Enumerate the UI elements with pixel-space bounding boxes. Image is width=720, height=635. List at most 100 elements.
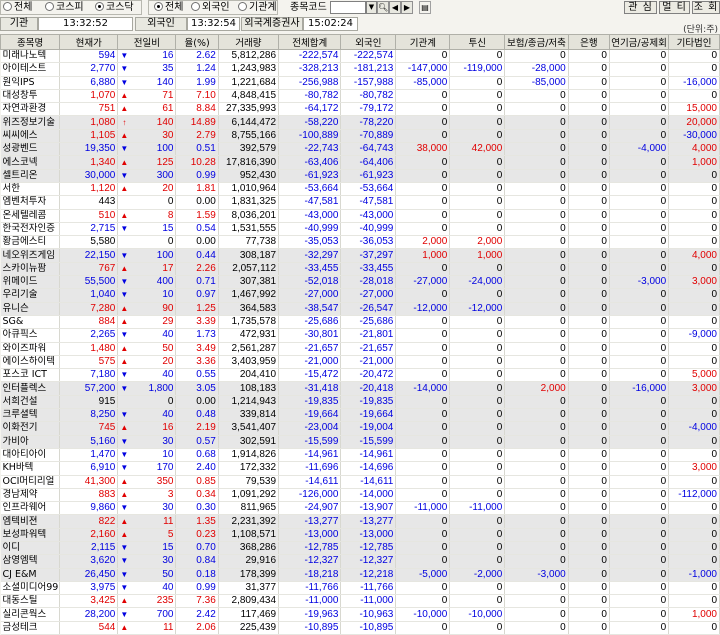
col-header[interactable]: 투신 bbox=[449, 34, 506, 50]
table-row[interactable]: 삼영엠텍 3,620 ▼ 30 0.84 29,916 -12,327 -12,327 0 0 0 0… bbox=[0, 554, 720, 569]
table-row[interactable]: 자연과환경 751 ▲ 61 8.84 27,335,993 -64,172 -79,172 0… bbox=[0, 102, 720, 117]
table-row[interactable]: 실리콘웍스 28,200 ▼ 700 2.42 117,469 -19,963 -10,963… bbox=[0, 607, 720, 622]
prev-arrow-icon[interactable]: ◀ bbox=[389, 1, 401, 14]
stock-name[interactable]: 엠벤처투자 bbox=[0, 195, 61, 210]
stock-name[interactable]: OCI머티리얼 bbox=[0, 475, 61, 489]
stock-name[interactable]: 위메이드 bbox=[0, 275, 61, 290]
chevron-down-icon[interactable]: ▼ bbox=[366, 1, 377, 14]
stock-name[interactable]: 서한 bbox=[0, 182, 61, 197]
table-row[interactable]: 온세텔레콤 510 ▲ 8 1.59 8,036,201 -43,000 -43,000 0 0 0… bbox=[0, 209, 720, 223]
stock-name[interactable]: 원익IPS bbox=[0, 76, 61, 90]
table-row[interactable]: 유니슨 7,280 ▲ 90 1.25 364,583 -38,547 -26,547 -12,… bbox=[0, 302, 720, 316]
stock-name[interactable]: 이화전기 bbox=[0, 421, 61, 436]
stock-name[interactable]: 미래나노텍 bbox=[0, 49, 61, 64]
table-row[interactable]: 인프라웨어 9,860 ▼ 30 0.30 811,965 -24,907 -13,907 -1… bbox=[0, 501, 720, 516]
stock-name[interactable]: 가비아 bbox=[0, 435, 61, 449]
table-row[interactable]: 가비아 5,160 ▼ 30 0.57 302,591 -15,599 -15,599 0 0 0 0… bbox=[0, 435, 720, 449]
next-arrow-icon[interactable]: ▶ bbox=[401, 1, 413, 14]
stock-name[interactable]: 삼영엠텍 bbox=[0, 554, 61, 569]
stock-name[interactable]: 와이즈파워 bbox=[0, 342, 61, 356]
col-header[interactable]: 현재가 bbox=[59, 34, 119, 50]
search-icon[interactable]: 🔍︎ bbox=[377, 1, 389, 14]
stock-name[interactable]: 유니슨 bbox=[0, 302, 61, 316]
table-row[interactable]: 에스코넥 1,340 ▲ 125 10.28 17,816,390 -63,406 -64,4… bbox=[0, 155, 720, 170]
col-header[interactable]: 종목명 bbox=[0, 34, 61, 50]
table-row[interactable]: 이디 2,115 ▼ 15 0.70 368,286 -12,785 -12,785 0 0 0 0 0… bbox=[0, 541, 720, 556]
table-row[interactable]: 포스코 ICT 7,180 ▼ 40 0.55 204,410 -15,472 -20,472… bbox=[0, 368, 720, 383]
col-header[interactable]: 기타법인 bbox=[668, 34, 720, 50]
col-header[interactable]: 율(%) bbox=[175, 34, 219, 50]
stock-name[interactable]: 자연과환경 bbox=[0, 102, 61, 117]
stock-name[interactable]: 대아티아이 bbox=[0, 448, 61, 463]
table-row[interactable]: 인터플렉스 57,200 ▼ 1,800 3.05 108,183 -31,418 -20,4… bbox=[0, 381, 720, 396]
stock-name[interactable]: 성광벤드 bbox=[0, 142, 61, 157]
stock-name[interactable]: 금성테크 bbox=[0, 621, 61, 635]
table-row[interactable]: 이화전기 745 ▲ 16 2.19 3,541,407 -23,004 -19,004 0 0 0… bbox=[0, 421, 720, 436]
stock-name[interactable]: CJ E&M bbox=[0, 568, 61, 582]
table-row[interactable]: 소셜미디어99 3,975 ▼ 40 0.99 31,377 -11,766 -11,766 0… bbox=[0, 581, 720, 596]
stock-name[interactable]: 경남제약 bbox=[0, 488, 61, 503]
stock-name[interactable]: 대동스틸 bbox=[0, 594, 61, 609]
col-header[interactable]: 기관계 bbox=[395, 34, 451, 50]
stock-name[interactable]: 에이스하이텍 bbox=[0, 355, 61, 370]
stock-name[interactable]: 황금에스티 bbox=[0, 235, 61, 250]
col-header[interactable]: 전일비 bbox=[117, 34, 177, 50]
table-row[interactable]: 대성창투 1,070 ▲ 71 7.10 4,848,415 -80,782 -80,782 0… bbox=[0, 89, 720, 104]
table-row[interactable]: 대동스틸 3,425 ▲ 235 7.36 2,809,434 -11,000 -11,000… bbox=[0, 594, 720, 609]
table-row[interactable]: OCI머티리얼 41,300 ▲ 350 0.85 79,539 -14,611 -14,61… bbox=[0, 475, 720, 489]
table-row[interactable]: CJ E&M 26,450 ▼ 50 0.18 178,399 -18,218 -12,218… bbox=[0, 568, 720, 582]
stock-name[interactable]: 보성파워텍 bbox=[0, 528, 61, 542]
stock-name[interactable]: 온세텔레콤 bbox=[0, 209, 61, 223]
stock-name[interactable]: 서희건설 bbox=[0, 395, 61, 410]
stock-name[interactable]: SG& bbox=[0, 315, 61, 330]
stock-name[interactable]: 스카이뉴팜 bbox=[0, 262, 61, 277]
multi-button[interactable]: 멀 티 bbox=[659, 1, 690, 14]
col-header[interactable]: 보험/종금/저축 bbox=[504, 34, 569, 50]
stock-name[interactable]: 우리기술 bbox=[0, 288, 61, 303]
stock-name[interactable]: 네오위즈게임 bbox=[0, 248, 61, 263]
query-button[interactable]: 조 회 bbox=[692, 1, 720, 14]
market-radio-kospi[interactable]: 코스피 bbox=[45, 0, 84, 16]
stock-name[interactable]: 한국전자인증 bbox=[0, 222, 61, 237]
stock-name[interactable]: 에스코넥 bbox=[0, 155, 61, 170]
col-header[interactable]: 은행 bbox=[567, 34, 610, 50]
table-row[interactable]: 금성테크 544 ▲ 11 2.06 225,439 -10,895 -10,895 0 0 0 0 0… bbox=[0, 621, 720, 635]
table-row[interactable]: 우리기술 1,040 ▼ 10 0.97 1,467,992 -27,000 -27,000 0… bbox=[0, 288, 720, 303]
stock-name[interactable]: 씨씨에스 bbox=[0, 129, 61, 144]
col-header[interactable]: 연기금/공제회 bbox=[608, 34, 670, 50]
table-row[interactable]: 씨씨에스 1,105 ▲ 30 2.79 8,755,166 -100,889 -70,889… bbox=[0, 129, 720, 144]
stock-name[interactable]: 엠텍비젼 bbox=[0, 514, 61, 529]
table-row[interactable]: 네오위즈게임 22,150 ▼ 100 0.44 308,187 -32,297 -37,29… bbox=[0, 248, 720, 263]
table-row[interactable]: 위메이드 55,500 ▼ 400 0.71 307,381 -52,018 -28,018-… bbox=[0, 275, 720, 290]
table-row[interactable]: 경남제약 883 ▲ 3 0.34 1,091,292 -126,000 -14,000 0 0 0… bbox=[0, 488, 720, 503]
market-radio-kosdaq[interactable]: 코스닥 bbox=[95, 0, 134, 16]
stock-name[interactable]: 대성창투 bbox=[0, 89, 61, 104]
col-header[interactable]: 외국인 bbox=[340, 34, 397, 50]
table-row[interactable]: 한국전자인증 2,715 ▼ 15 0.54 1,531,555 -40,999 -40,99… bbox=[0, 222, 720, 237]
table-row[interactable]: KH바텍 6,910 ▼ 170 2.40 172,332 -11,696 -14,696 0 0… bbox=[0, 461, 720, 476]
stock-name[interactable]: 아큐픽스 bbox=[0, 328, 61, 343]
table-row[interactable]: 스카이뉴팜 767 ▲ 17 2.26 2,057,112 -33,455 -33,455 0 0… bbox=[0, 262, 720, 277]
table-row[interactable]: 원익IPS 6,880 ▼ 140 1.99 1,221,684 -256,988 -157,… bbox=[0, 76, 720, 90]
market-radio-all[interactable]: 전체 bbox=[3, 0, 32, 16]
investor-radio-institution[interactable]: 기관계 bbox=[238, 0, 277, 16]
table-row[interactable]: 성광벤드 19,350 ▼ 100 0.51 392,579 -22,743 -64,743 3… bbox=[0, 142, 720, 157]
stock-name[interactable]: 크루셜텍 bbox=[0, 408, 61, 423]
stock-name[interactable]: 아이테스트 bbox=[0, 62, 61, 77]
table-row[interactable]: 서한 1,120 ▲ 20 1.81 1,010,964 -53,664 -53,664 0 0 0… bbox=[0, 182, 720, 197]
table-row[interactable]: 대아티아이 1,470 ▼ 10 0.68 1,914,826 -14,961 -14,961… bbox=[0, 448, 720, 463]
stock-name[interactable]: 포스코 ICT bbox=[0, 368, 61, 383]
table-row[interactable]: 미래나노텍 594 ▼ 16 2.62 5,812,286 -222,574 -222,574… bbox=[0, 49, 720, 64]
investor-radio-foreign[interactable]: 외국인 bbox=[191, 0, 230, 16]
table-row[interactable]: 와이즈파워 1,480 ▲ 50 3.49 2,561,287 -21,657 -21,657… bbox=[0, 342, 720, 356]
stock-name[interactable]: 인프라웨어 bbox=[0, 501, 61, 516]
table-row[interactable]: 에이스하이텍 575 ▲ 20 3.36 3,403,959 -21,000 -21,000 0… bbox=[0, 355, 720, 370]
stock-name[interactable]: 인터플렉스 bbox=[0, 381, 61, 396]
col-header[interactable]: 거래량 bbox=[217, 34, 280, 50]
table-row[interactable]: SG& 884 ▲ 29 3.39 1,735,578 -25,686 -25,686 0 0 0 0… bbox=[0, 315, 720, 330]
table-row[interactable]: 아이테스트 2,770 ▼ 35 1.24 1,243,983 -328,213 -181,2… bbox=[0, 62, 720, 77]
table-row[interactable]: 크루셜텍 8,250 ▼ 40 0.48 339,814 -19,664 -19,664 0 0 0… bbox=[0, 408, 720, 423]
table-row[interactable]: 엠텍비젼 822 ▲ 11 1.35 2,231,392 -13,277 -13,277 0 0 0… bbox=[0, 514, 720, 529]
stock-name[interactable]: KH바텍 bbox=[0, 461, 61, 476]
table-row[interactable]: 위즈정보기술 1,080 ↑ 140 14.89 6,144,472 -58,220 -78,… bbox=[0, 115, 720, 130]
